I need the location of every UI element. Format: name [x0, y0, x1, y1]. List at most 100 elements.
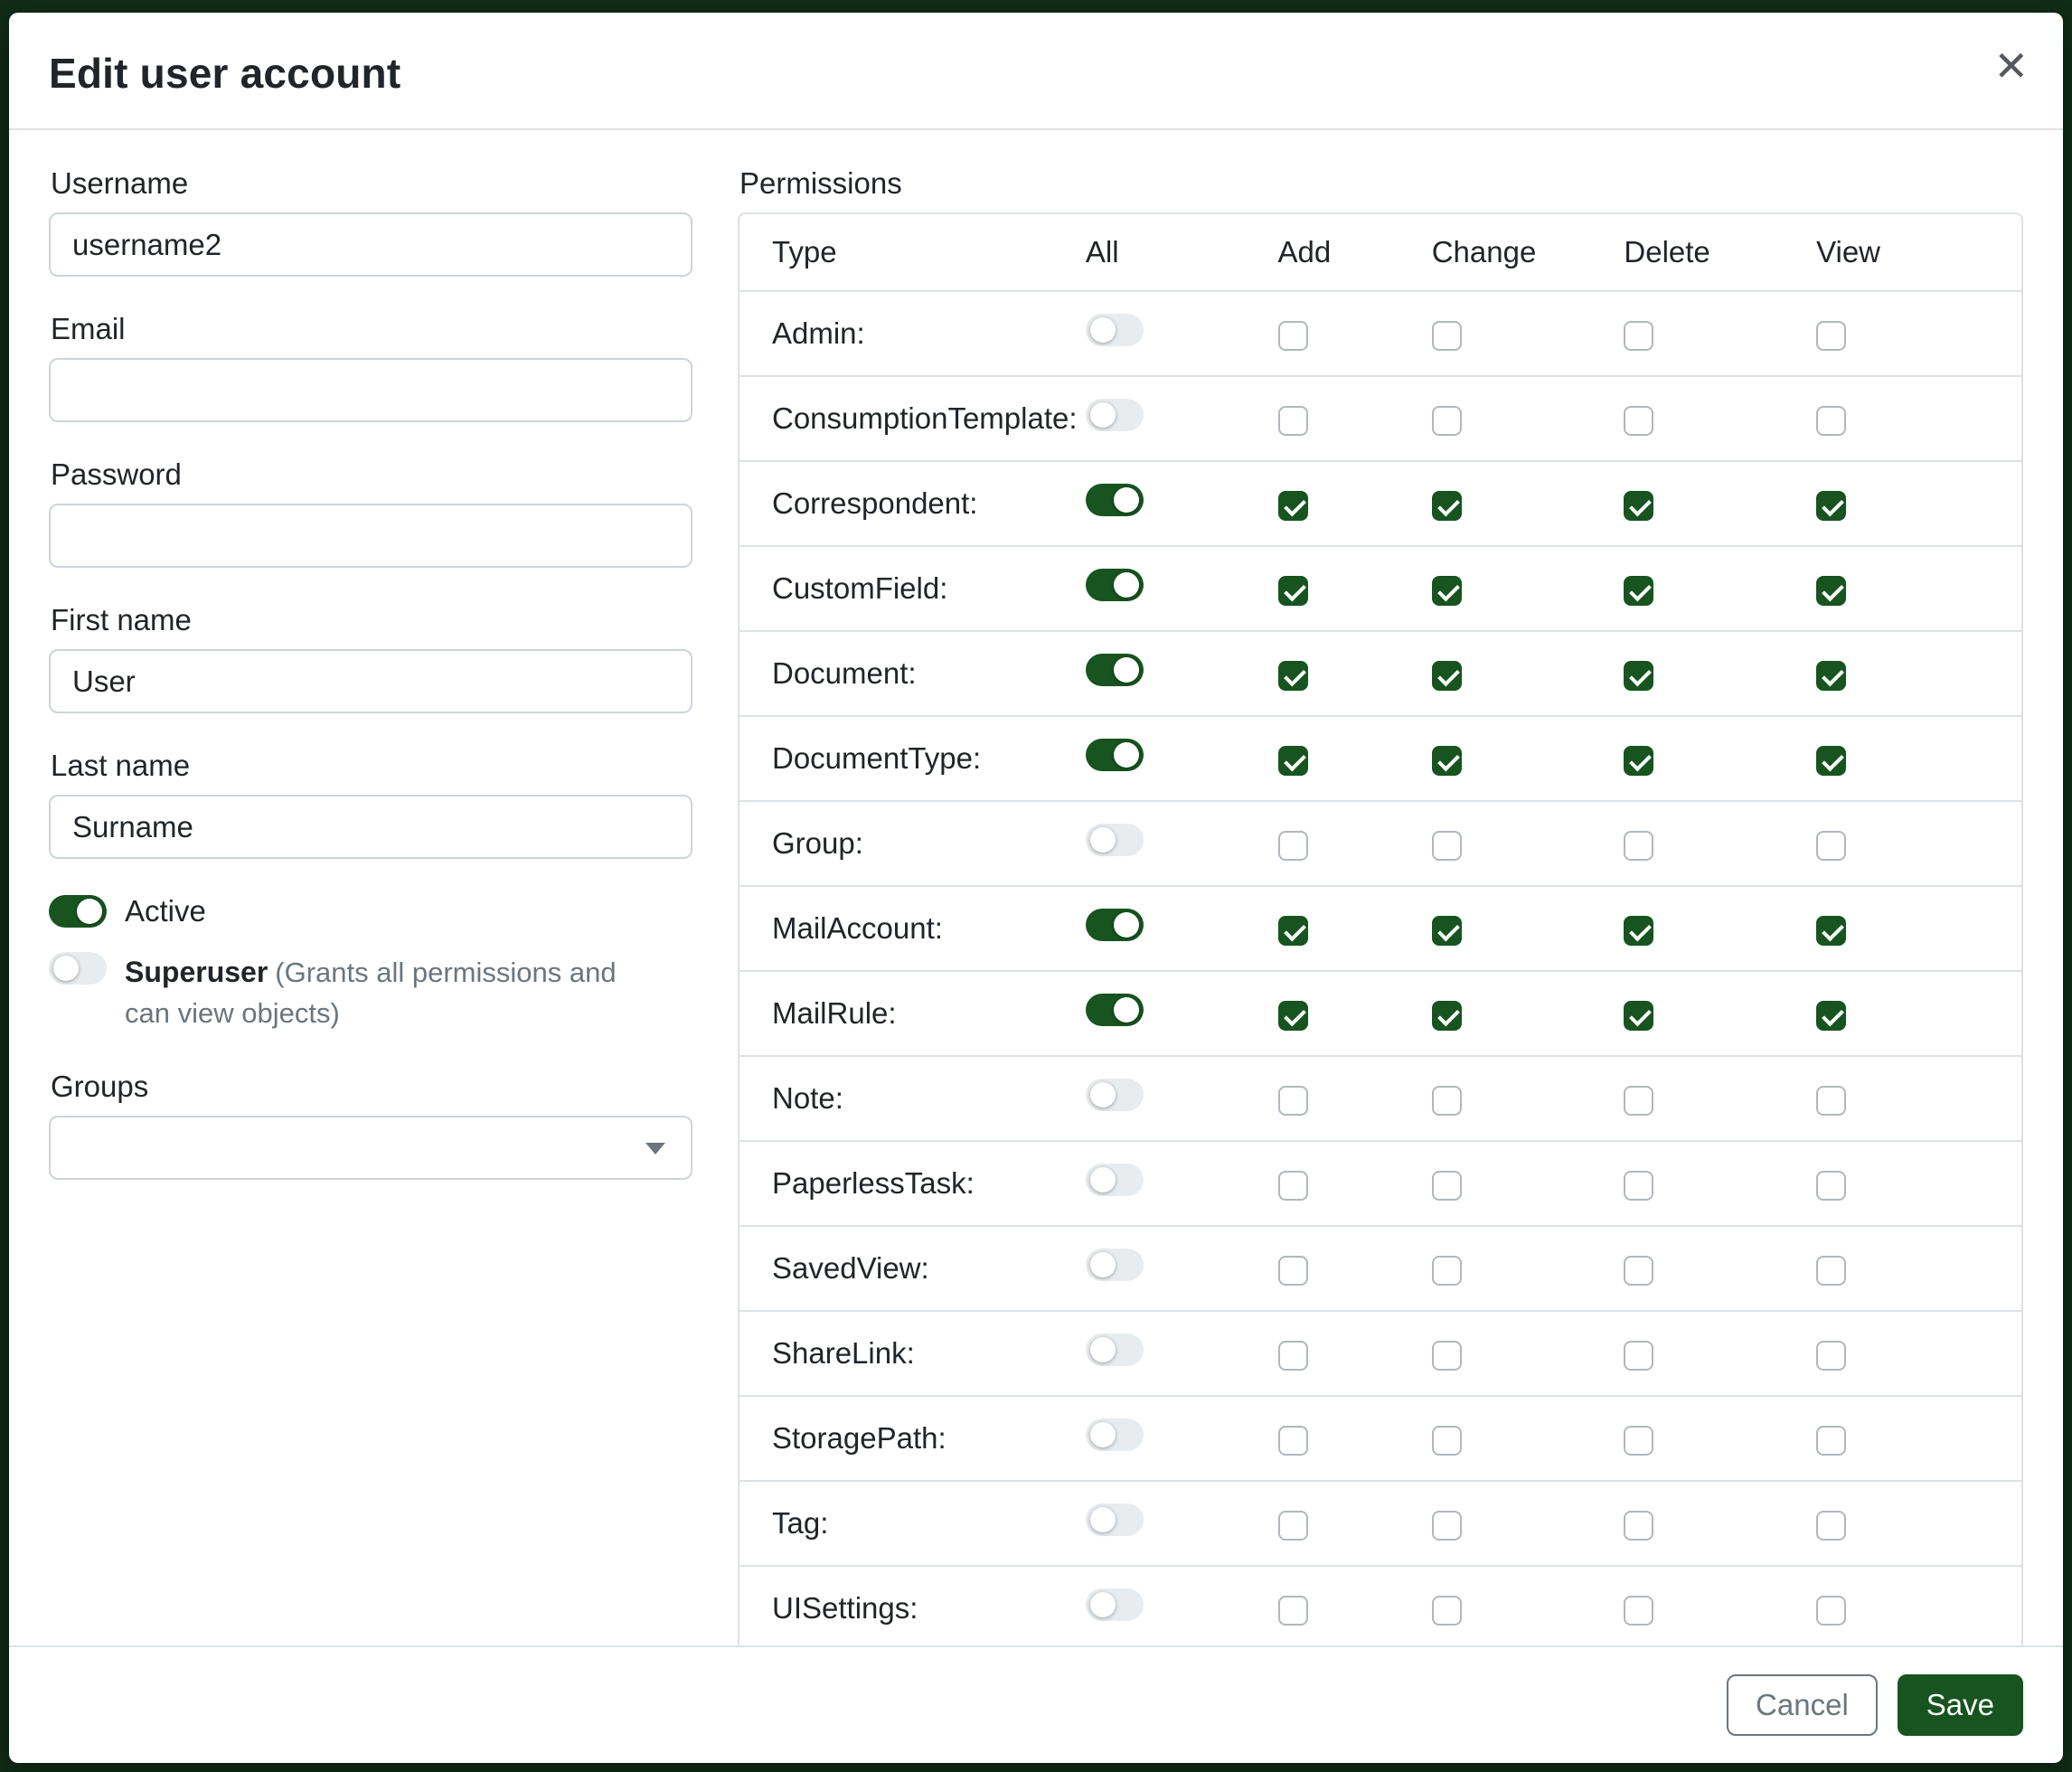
permission-view-checkbox[interactable]	[1816, 406, 1846, 436]
first-name-field[interactable]	[49, 649, 692, 713]
permission-add-checkbox[interactable]	[1278, 406, 1308, 436]
permission-delete-checkbox[interactable]	[1624, 1341, 1653, 1371]
permission-view-checkbox[interactable]	[1816, 831, 1846, 861]
permission-delete-checkbox[interactable]	[1624, 1001, 1653, 1031]
username-input[interactable]	[49, 212, 692, 277]
permission-all-toggle[interactable]	[1086, 1588, 1144, 1621]
permission-all-toggle[interactable]	[1086, 484, 1144, 516]
close-icon[interactable]: ✕	[1993, 45, 2029, 87]
permission-all-toggle[interactable]	[1086, 994, 1144, 1026]
permission-view-checkbox[interactable]	[1816, 1001, 1846, 1031]
permission-all-toggle[interactable]	[1086, 1419, 1144, 1451]
permission-view-checkbox[interactable]	[1816, 916, 1846, 946]
permission-type-label: SavedView:	[772, 1251, 929, 1285]
permission-add-checkbox[interactable]	[1278, 1256, 1308, 1286]
permission-add-checkbox[interactable]	[1278, 1341, 1308, 1371]
col-header-view: View	[1816, 214, 2021, 291]
permission-change-checkbox[interactable]	[1432, 1001, 1462, 1031]
permission-delete-checkbox[interactable]	[1624, 1171, 1653, 1201]
permission-view-checkbox[interactable]	[1816, 576, 1846, 606]
permission-add-checkbox[interactable]	[1278, 831, 1308, 861]
cancel-button[interactable]: Cancel	[1727, 1674, 1878, 1736]
permission-delete-checkbox[interactable]	[1624, 831, 1653, 861]
permission-change-checkbox[interactable]	[1432, 746, 1462, 776]
permission-all-toggle[interactable]	[1086, 1503, 1144, 1536]
permission-change-checkbox[interactable]	[1432, 491, 1462, 521]
permission-add-checkbox[interactable]	[1278, 1426, 1308, 1456]
permission-change-checkbox[interactable]	[1432, 1341, 1462, 1371]
permission-delete-checkbox[interactable]	[1624, 321, 1653, 351]
permission-add-checkbox[interactable]	[1278, 1086, 1308, 1116]
permission-view-checkbox[interactable]	[1816, 1086, 1846, 1116]
email-field[interactable]	[49, 358, 692, 422]
permission-add-checkbox[interactable]	[1278, 661, 1308, 691]
permission-delete-checkbox[interactable]	[1624, 1256, 1653, 1286]
groups-select[interactable]	[49, 1116, 692, 1180]
permission-all-toggle[interactable]	[1086, 569, 1144, 601]
permission-change-checkbox[interactable]	[1432, 1596, 1462, 1626]
permission-add-checkbox[interactable]	[1278, 1596, 1308, 1626]
permission-all-toggle[interactable]	[1086, 909, 1144, 941]
permission-change-checkbox[interactable]	[1432, 1086, 1462, 1116]
permission-change-checkbox[interactable]	[1432, 406, 1462, 436]
permission-all-toggle[interactable]	[1086, 1079, 1144, 1111]
permission-change-checkbox[interactable]	[1432, 661, 1462, 691]
permission-change-checkbox[interactable]	[1432, 1426, 1462, 1456]
permission-change-checkbox[interactable]	[1432, 916, 1462, 946]
permission-all-toggle[interactable]	[1086, 824, 1144, 856]
first-name-field-group: First name	[49, 603, 692, 713]
permission-delete-checkbox[interactable]	[1624, 746, 1653, 776]
last-name-field[interactable]	[49, 795, 692, 859]
permission-delete-checkbox[interactable]	[1624, 661, 1653, 691]
permission-view-checkbox[interactable]	[1816, 1171, 1846, 1201]
permission-delete-checkbox[interactable]	[1624, 1426, 1653, 1456]
active-toggle[interactable]	[49, 895, 107, 928]
permission-view-checkbox[interactable]	[1816, 746, 1846, 776]
permissions-header-row: Type All Add Change Delete View	[739, 214, 2021, 291]
permission-delete-checkbox[interactable]	[1624, 406, 1653, 436]
chevron-down-icon	[645, 1143, 665, 1155]
permission-add-checkbox[interactable]	[1278, 1171, 1308, 1201]
permission-all-toggle[interactable]	[1086, 739, 1144, 771]
permission-add-checkbox[interactable]	[1278, 916, 1308, 946]
permission-all-toggle[interactable]	[1086, 1249, 1144, 1281]
permission-add-checkbox[interactable]	[1278, 1511, 1308, 1541]
permission-all-toggle[interactable]	[1086, 314, 1144, 346]
permission-change-checkbox[interactable]	[1432, 1511, 1462, 1541]
permission-all-toggle[interactable]	[1086, 654, 1144, 686]
permission-change-checkbox[interactable]	[1432, 1256, 1462, 1286]
permission-view-checkbox[interactable]	[1816, 661, 1846, 691]
permission-delete-checkbox[interactable]	[1624, 916, 1653, 946]
superuser-toggle[interactable]	[49, 952, 107, 985]
permissions-section: Permissions Type All Add Change Delete	[738, 166, 2023, 1627]
password-field-group: Password	[49, 457, 692, 568]
permission-add-checkbox[interactable]	[1278, 576, 1308, 606]
permission-view-checkbox[interactable]	[1816, 491, 1846, 521]
permission-view-checkbox[interactable]	[1816, 1426, 1846, 1456]
password-field[interactable]	[49, 504, 692, 568]
permission-all-toggle[interactable]	[1086, 1334, 1144, 1366]
permission-add-checkbox[interactable]	[1278, 321, 1308, 351]
permission-add-checkbox[interactable]	[1278, 1001, 1308, 1031]
modal-footer: Cancel Save	[9, 1645, 2063, 1763]
permission-delete-checkbox[interactable]	[1624, 491, 1653, 521]
permission-delete-checkbox[interactable]	[1624, 576, 1653, 606]
permission-add-checkbox[interactable]	[1278, 746, 1308, 776]
permission-delete-checkbox[interactable]	[1624, 1596, 1653, 1626]
username-label: Username	[51, 166, 692, 201]
permission-view-checkbox[interactable]	[1816, 1341, 1846, 1371]
permission-view-checkbox[interactable]	[1816, 1256, 1846, 1286]
permission-view-checkbox[interactable]	[1816, 321, 1846, 351]
permission-add-checkbox[interactable]	[1278, 491, 1308, 521]
permission-change-checkbox[interactable]	[1432, 1171, 1462, 1201]
permission-view-checkbox[interactable]	[1816, 1511, 1846, 1541]
permission-change-checkbox[interactable]	[1432, 576, 1462, 606]
save-button[interactable]: Save	[1898, 1674, 2023, 1736]
permission-change-checkbox[interactable]	[1432, 831, 1462, 861]
permission-all-toggle[interactable]	[1086, 1164, 1144, 1196]
permission-view-checkbox[interactable]	[1816, 1596, 1846, 1626]
permission-delete-checkbox[interactable]	[1624, 1511, 1653, 1541]
permission-change-checkbox[interactable]	[1432, 321, 1462, 351]
permission-delete-checkbox[interactable]	[1624, 1086, 1653, 1116]
permission-all-toggle[interactable]	[1086, 399, 1144, 431]
